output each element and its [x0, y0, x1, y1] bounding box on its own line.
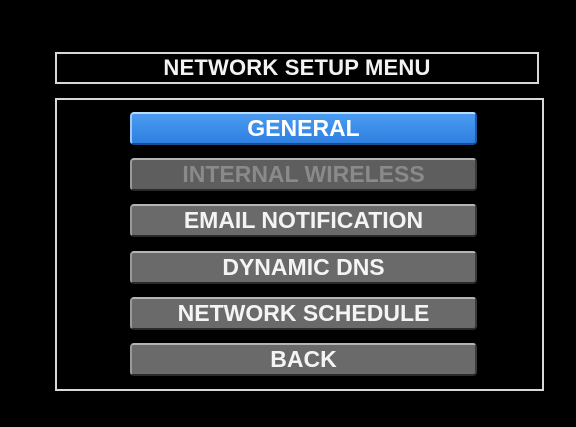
dvr-screen: NETWORK SETUP MENU GENERAL INTERNAL WIRE… [0, 0, 576, 427]
menu-title-box: NETWORK SETUP MENU [55, 52, 539, 84]
back-button[interactable]: BACK [130, 343, 477, 376]
menu-item-internal-wireless: INTERNAL WIRELESS [130, 158, 477, 191]
menu-title: NETWORK SETUP MENU [163, 55, 431, 80]
menu-item-dynamic-dns[interactable]: DYNAMIC DNS [130, 251, 477, 284]
menu-item-general[interactable]: GENERAL [130, 112, 477, 145]
menu-item-network-schedule[interactable]: NETWORK SCHEDULE [130, 297, 477, 330]
menu-panel: GENERAL INTERNAL WIRELESS EMAIL NOTIFICA… [55, 98, 544, 391]
menu-item-email-notification[interactable]: EMAIL NOTIFICATION [130, 204, 477, 237]
